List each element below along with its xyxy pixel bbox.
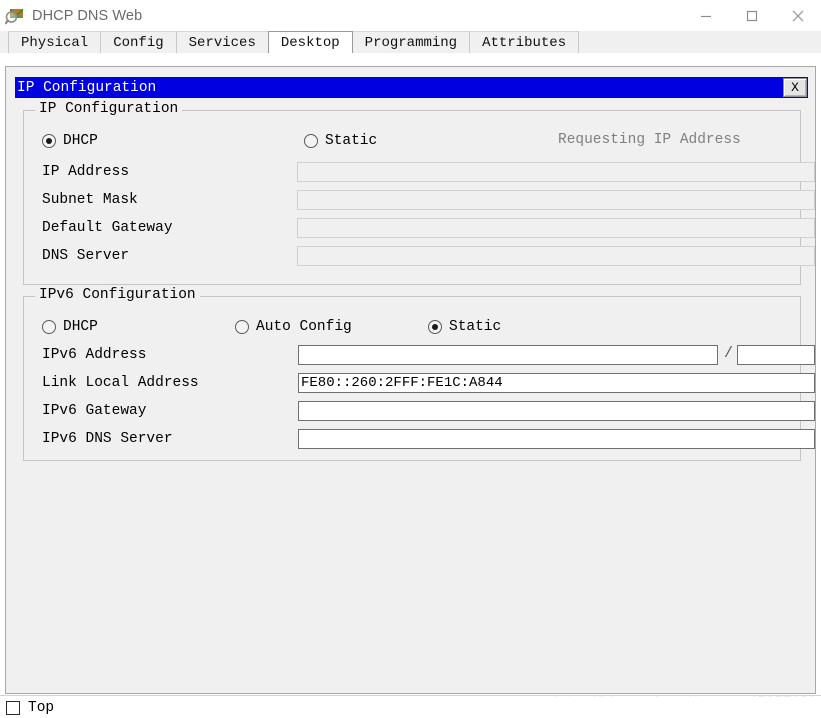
window-titlebar: DHCP DNS Web bbox=[0, 0, 821, 31]
radio-indicator-ip-static bbox=[304, 134, 318, 148]
ipv6-mode-dhcp-radio[interactable]: DHCP bbox=[42, 317, 98, 337]
tab-programming[interactable]: Programming bbox=[351, 31, 471, 53]
desktop-panel: IP Configuration X IP Configuration DHCP… bbox=[5, 66, 816, 694]
ip-mode-static-radio[interactable]: Static bbox=[304, 131, 377, 151]
tab-services[interactable]: Services bbox=[175, 31, 269, 53]
maximize-button[interactable] bbox=[729, 0, 775, 31]
tab-bar: Physical Config Services Desktop Program… bbox=[0, 31, 821, 53]
radio-indicator-ipv6-autoconfig bbox=[235, 320, 249, 334]
ipv6-address-input[interactable] bbox=[298, 345, 718, 365]
radio-indicator-ipv6-static bbox=[428, 320, 442, 334]
ipv6-configuration-groupbox: IPv6 Configuration DHCP Auto Config Stat… bbox=[23, 287, 815, 461]
ipv6-gateway-input[interactable] bbox=[298, 401, 815, 421]
ip-address-label: IP Address bbox=[42, 164, 130, 180]
footer-bar: Top bbox=[0, 697, 821, 718]
ipv6-mode-autoconfig-label: Auto Config bbox=[256, 319, 352, 335]
subnet-mask-label: Subnet Mask bbox=[42, 192, 138, 208]
ipv6-prefix-separator: / bbox=[724, 345, 734, 362]
dns-server-input[interactable] bbox=[297, 246, 815, 266]
ip-mode-dhcp-label: DHCP bbox=[63, 133, 98, 149]
ipv6-dns-server-label: IPv6 DNS Server bbox=[42, 431, 173, 447]
top-checkbox-label: Top bbox=[28, 699, 55, 716]
ip-configuration-groupbox: IP Configuration DHCP Static Requesting … bbox=[23, 101, 815, 285]
ip-status-text: Requesting IP Address bbox=[558, 132, 741, 148]
ipv6-mode-static-radio[interactable]: Static bbox=[428, 317, 501, 337]
ip-configuration-window-titlebar: IP Configuration X bbox=[15, 77, 808, 98]
ipv6-prefix-length-input[interactable] bbox=[737, 345, 815, 365]
close-button[interactable] bbox=[775, 0, 821, 31]
dns-server-label: DNS Server bbox=[42, 248, 130, 264]
window-title: DHCP DNS Web bbox=[32, 7, 143, 24]
minimize-button[interactable] bbox=[683, 0, 729, 31]
ipv6-mode-autoconfig-radio[interactable]: Auto Config bbox=[235, 317, 352, 337]
footer-divider bbox=[0, 695, 821, 696]
top-checkbox[interactable] bbox=[6, 700, 20, 715]
ipv6-configuration-legend: IPv6 Configuration bbox=[35, 287, 200, 303]
ip-configuration-window-title: IP Configuration bbox=[17, 79, 157, 96]
ipv6-mode-static-label: Static bbox=[449, 319, 502, 335]
tab-desktop[interactable]: Desktop bbox=[267, 31, 353, 53]
default-gateway-input[interactable] bbox=[297, 218, 815, 238]
radio-indicator-ipv6-dhcp bbox=[42, 320, 56, 334]
ipv6-gateway-label: IPv6 Gateway bbox=[42, 403, 147, 419]
radio-indicator-ip-dhcp bbox=[42, 134, 56, 148]
link-local-address-label: Link Local Address bbox=[42, 375, 199, 391]
subnet-mask-input[interactable] bbox=[297, 190, 815, 210]
ip-mode-static-label: Static bbox=[325, 133, 378, 149]
ip-address-input[interactable] bbox=[297, 162, 815, 182]
default-gateway-label: Default Gateway bbox=[42, 220, 173, 236]
ip-configuration-window-body: IP Configuration DHCP Static Requesting … bbox=[15, 98, 815, 518]
ip-configuration-close-button[interactable]: X bbox=[783, 78, 807, 97]
ip-mode-dhcp-radio[interactable]: DHCP bbox=[42, 131, 98, 151]
tab-attributes[interactable]: Attributes bbox=[469, 31, 580, 53]
window-controls bbox=[683, 0, 821, 31]
ip-configuration-legend: IP Configuration bbox=[35, 101, 183, 117]
ipv6-dns-server-input[interactable] bbox=[298, 429, 815, 449]
tab-physical[interactable]: Physical bbox=[8, 31, 102, 53]
tab-config[interactable]: Config bbox=[100, 31, 177, 53]
link-local-address-input[interactable] bbox=[298, 373, 815, 393]
ipv6-address-label: IPv6 Address bbox=[42, 347, 147, 363]
packet-tracer-device-icon bbox=[4, 6, 25, 26]
ipv6-mode-dhcp-label: DHCP bbox=[63, 319, 98, 335]
